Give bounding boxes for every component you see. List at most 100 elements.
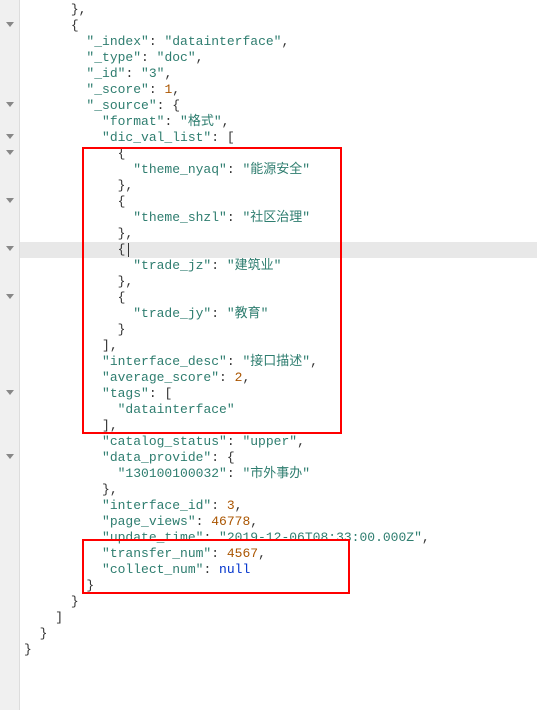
json-value: "doc" [157,50,196,65]
fold-handle[interactable] [0,80,19,96]
code-line[interactable]: { [20,242,537,258]
fold-handle[interactable] [0,304,19,320]
code-line[interactable]: }, [20,226,537,242]
code-line[interactable]: } [20,578,537,594]
code-line[interactable]: "theme_shzl": "社区治理" [20,210,537,226]
code-line[interactable]: "page_views": 46778, [20,514,537,530]
fold-handle[interactable] [0,192,19,208]
code-line[interactable]: ] [20,610,537,626]
fold-handle[interactable] [0,144,19,160]
code-line[interactable]: "130100100032": "市外事办" [20,466,537,482]
code-line[interactable]: "interface_desc": "接口描述", [20,354,537,370]
fold-handle[interactable] [0,96,19,112]
json-token: ] [55,610,63,625]
fold-handle[interactable] [0,48,19,64]
code-line[interactable]: { [20,146,537,162]
json-value: { [172,98,180,113]
json-key: "_score" [86,82,148,97]
fold-handle[interactable] [0,560,19,576]
fold-handle[interactable] [0,368,19,384]
code-line[interactable]: "_score": 1, [20,82,537,98]
code-line[interactable]: "_type": "doc", [20,50,537,66]
code-line[interactable]: "trade_jy": "教育" [20,306,537,322]
fold-handle[interactable] [0,352,19,368]
fold-handle[interactable] [0,32,19,48]
fold-handle[interactable] [0,0,19,16]
json-value: "市外事办" [242,466,310,481]
code-line[interactable]: } [20,322,537,338]
fold-handle[interactable] [0,384,19,400]
code-line[interactable]: "catalog_status": "upper", [20,434,537,450]
code-line[interactable]: "collect_num": null [20,562,537,578]
code-line[interactable]: "_id": "3", [20,66,537,82]
fold-handle[interactable] [0,272,19,288]
code-line[interactable]: } [20,626,537,642]
code-line[interactable]: ], [20,418,537,434]
fold-handle[interactable] [0,640,19,656]
fold-handle[interactable] [0,432,19,448]
json-key: "collect_num" [102,562,203,577]
fold-handle[interactable] [0,288,19,304]
fold-handle[interactable] [0,592,19,608]
code-line[interactable]: { [20,290,537,306]
fold-handle[interactable] [0,176,19,192]
fold-handle[interactable] [0,464,19,480]
code-editor[interactable]: }, { "_index": "datainterface", "_type":… [20,0,537,660]
chevron-down-icon [6,102,14,107]
fold-handle[interactable] [0,544,19,560]
fold-handle[interactable] [0,528,19,544]
fold-handle[interactable] [0,208,19,224]
fold-handle[interactable] [0,608,19,624]
code-line[interactable]: ], [20,338,537,354]
fold-handle[interactable] [0,416,19,432]
json-token: } [71,594,79,609]
code-line[interactable]: }, [20,178,537,194]
code-line[interactable]: "data_provide": { [20,450,537,466]
fold-handle[interactable] [0,336,19,352]
json-key: "average_score" [102,370,219,385]
fold-handle[interactable] [0,16,19,32]
chevron-down-icon [6,150,14,155]
fold-handle[interactable] [0,624,19,640]
code-line[interactable]: } [20,642,537,658]
fold-handle[interactable] [0,256,19,272]
code-line[interactable]: "dic_val_list": [ [20,130,537,146]
code-line[interactable]: "datainterface" [20,402,537,418]
code-line[interactable]: { [20,18,537,34]
code-line[interactable]: }, [20,274,537,290]
code-line[interactable]: "format": "格式", [20,114,537,130]
fold-handle[interactable] [0,320,19,336]
code-line[interactable]: } [20,594,537,610]
fold-handle[interactable] [0,400,19,416]
code-line[interactable]: }, [20,482,537,498]
fold-handle[interactable] [0,224,19,240]
fold-handle[interactable] [0,576,19,592]
fold-handle[interactable] [0,448,19,464]
json-token: { [71,18,79,33]
code-line[interactable]: "transfer_num": 4567, [20,546,537,562]
code-line[interactable]: "_index": "datainterface", [20,34,537,50]
json-token: "datainterface" [118,402,235,417]
fold-handle[interactable] [0,112,19,128]
json-token: ], [102,418,118,433]
code-line[interactable]: "tags": [ [20,386,537,402]
code-line[interactable]: }, [20,2,537,18]
code-line[interactable]: "trade_jz": "建筑业" [20,258,537,274]
code-line[interactable]: "update_time": "2019-12-06T08:33:00.000Z… [20,530,537,546]
fold-handle[interactable] [0,240,19,256]
fold-handle[interactable] [0,480,19,496]
fold-handle[interactable] [0,160,19,176]
code-line[interactable]: "_source": { [20,98,537,114]
code-line[interactable]: "interface_id": 3, [20,498,537,514]
fold-handle[interactable] [0,64,19,80]
fold-handle[interactable] [0,512,19,528]
json-value: 46778 [211,514,250,529]
code-line[interactable]: "average_score": 2, [20,370,537,386]
json-key: "_type" [86,50,141,65]
json-token: ], [102,338,118,353]
fold-handle[interactable] [0,128,19,144]
code-line[interactable]: { [20,194,537,210]
fold-handle[interactable] [0,496,19,512]
chevron-down-icon [6,246,14,251]
code-line[interactable]: "theme_nyaq": "能源安全" [20,162,537,178]
